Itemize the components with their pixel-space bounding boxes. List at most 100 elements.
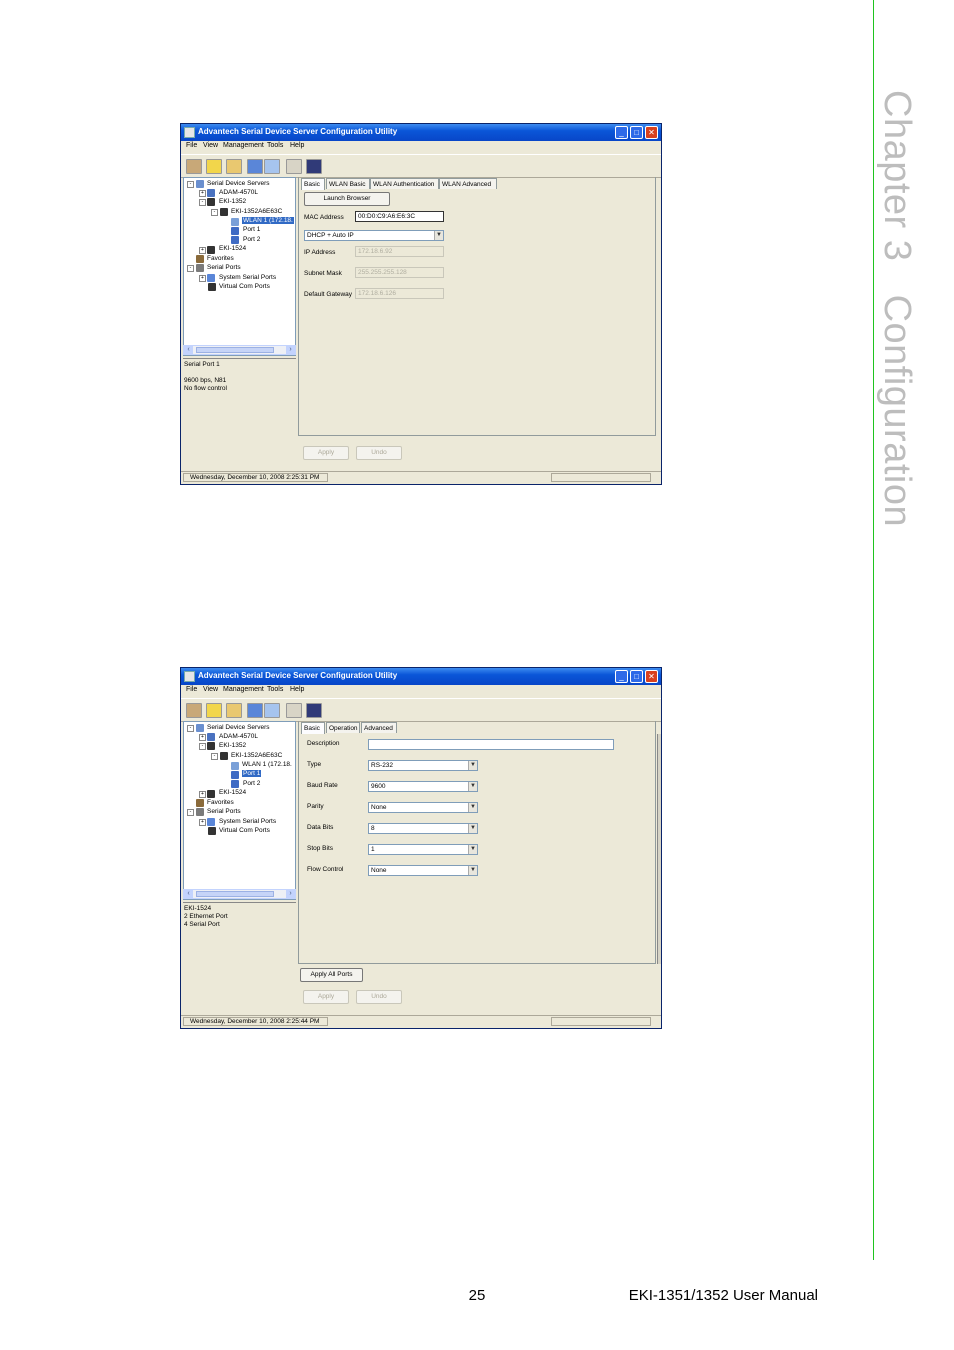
- expand-icon[interactable]: -: [211, 209, 218, 216]
- type-select[interactable]: RS-232 ▼: [368, 760, 478, 771]
- tree-item-port2[interactable]: Port 2: [243, 780, 260, 787]
- undo-button[interactable]: Undo: [356, 990, 402, 1004]
- refresh-icon[interactable]: [247, 159, 263, 174]
- sweep-icon[interactable]: [226, 703, 242, 718]
- maximize-button[interactable]: □: [630, 670, 643, 683]
- tab-basic[interactable]: Basic: [301, 178, 325, 190]
- chevron-down-icon[interactable]: ▼: [468, 824, 477, 833]
- expand-icon[interactable]: -: [187, 809, 194, 816]
- binoculars-icon[interactable]: [286, 159, 302, 174]
- tab-operation[interactable]: Operation: [326, 722, 360, 733]
- maximize-button[interactable]: □: [630, 126, 643, 139]
- tree-horizontal-scrollbar[interactable]: ‹ ›: [183, 889, 296, 899]
- expand-icon[interactable]: -: [187, 725, 194, 732]
- flow-control-select[interactable]: None ▼: [368, 865, 478, 876]
- tree-item-eki-1352a6e63c[interactable]: EKI-1352A6E63C: [231, 752, 282, 759]
- expand-icon[interactable]: +: [199, 819, 206, 826]
- tree-item-eki-1352a6e63c[interactable]: EKI-1352A6E63C: [231, 208, 282, 215]
- tree-item-port1[interactable]: Port 1: [242, 770, 262, 777]
- scroll-right-icon[interactable]: ›: [286, 890, 295, 898]
- scroll-thumb[interactable]: [196, 891, 274, 897]
- expand-icon[interactable]: +: [199, 734, 206, 741]
- tree-item-adam-4570l[interactable]: ADAM-4570L: [219, 189, 258, 196]
- device-icon[interactable]: [306, 703, 322, 718]
- device-icon[interactable]: [306, 159, 322, 174]
- wand-icon[interactable]: [206, 159, 222, 174]
- expand-icon[interactable]: +: [199, 247, 206, 254]
- expand-icon[interactable]: -: [187, 181, 194, 188]
- wand-icon[interactable]: [206, 703, 222, 718]
- expand-icon[interactable]: -: [211, 753, 218, 760]
- search-icon[interactable]: [264, 159, 280, 174]
- expand-icon[interactable]: +: [199, 791, 206, 798]
- tree-item-favorites[interactable]: Favorites: [207, 799, 234, 806]
- tree-item-virtual-com-ports[interactable]: Virtual Com Ports: [219, 283, 270, 290]
- chevron-down-icon[interactable]: ▼: [434, 231, 443, 240]
- expand-icon[interactable]: -: [199, 743, 206, 750]
- refresh-icon[interactable]: [247, 703, 263, 718]
- tab-basic[interactable]: Basic: [301, 722, 325, 734]
- apply-all-ports-button[interactable]: Apply All Ports: [300, 968, 363, 982]
- tree-item-serial-ports[interactable]: Serial Ports: [207, 808, 241, 815]
- tree-item-favorites[interactable]: Favorites: [207, 255, 234, 262]
- menu-help[interactable]: Help: [290, 142, 304, 149]
- sweep-icon[interactable]: [226, 159, 242, 174]
- chevron-down-icon[interactable]: ▼: [468, 782, 477, 791]
- expand-icon[interactable]: -: [187, 265, 194, 272]
- menu-file[interactable]: File: [186, 686, 197, 693]
- tab-wlan-advanced[interactable]: WLAN Advanced: [439, 178, 497, 189]
- close-button[interactable]: ✕: [645, 670, 658, 683]
- tree-item-system-serial-ports[interactable]: System Serial Ports: [219, 818, 276, 825]
- chevron-down-icon[interactable]: ▼: [468, 866, 477, 875]
- expand-icon[interactable]: +: [199, 275, 206, 282]
- launch-browser-button[interactable]: Launch Browser: [304, 192, 390, 206]
- close-button[interactable]: ✕: [645, 126, 658, 139]
- panel-scrollbar[interactable]: [657, 734, 661, 964]
- tree-item-wlan1[interactable]: WLAN 1 (172.18.: [242, 217, 294, 224]
- baud-rate-select[interactable]: 9600 ▼: [368, 781, 478, 792]
- tree-item-port2[interactable]: Port 2: [243, 236, 260, 243]
- expand-icon[interactable]: -: [199, 199, 206, 206]
- ip-address-field[interactable]: 172.18.6.92: [355, 246, 444, 257]
- menu-view[interactable]: View: [203, 142, 218, 149]
- scroll-left-icon[interactable]: ‹: [184, 346, 193, 354]
- scroll-left-icon[interactable]: ‹: [184, 890, 193, 898]
- tree-item-serial-ports[interactable]: Serial Ports: [207, 264, 241, 271]
- tab-wlan-authentication[interactable]: WLAN Authentication: [370, 178, 439, 189]
- apply-button[interactable]: Apply: [303, 990, 349, 1004]
- menu-management[interactable]: Management: [223, 142, 264, 149]
- scroll-thumb[interactable]: [196, 347, 274, 353]
- server-icon[interactable]: [186, 703, 202, 718]
- parity-select[interactable]: None ▼: [368, 802, 478, 813]
- tree-item-adam-4570l[interactable]: ADAM-4570L: [219, 733, 258, 740]
- apply-button[interactable]: Apply: [303, 446, 349, 460]
- tree-item-wlan1[interactable]: WLAN 1 (172.18.: [242, 761, 292, 768]
- subnet-mask-field[interactable]: 255.255.255.128: [355, 267, 444, 278]
- menu-help[interactable]: Help: [290, 686, 304, 693]
- ip-mode-select[interactable]: DHCP + Auto IP ▼: [304, 230, 444, 241]
- tab-advanced[interactable]: Advanced: [361, 722, 397, 733]
- default-gateway-field[interactable]: 172.18.6.126: [355, 288, 444, 299]
- stop-bits-select[interactable]: 1 ▼: [368, 844, 478, 855]
- minimize-button[interactable]: _: [615, 670, 628, 683]
- menu-view[interactable]: View: [203, 686, 218, 693]
- tree-item-port1[interactable]: Port 1: [243, 226, 260, 233]
- chevron-down-icon[interactable]: ▼: [468, 761, 477, 770]
- tree-item-eki-1524[interactable]: EKI-1524: [219, 789, 246, 796]
- tree-item-serial-device-servers[interactable]: Serial Device Servers: [207, 724, 270, 731]
- scroll-right-icon[interactable]: ›: [286, 346, 295, 354]
- tab-wlan-basic[interactable]: WLAN Basic: [326, 178, 370, 189]
- menu-management[interactable]: Management: [223, 686, 264, 693]
- chevron-down-icon[interactable]: ▼: [468, 803, 477, 812]
- menu-file[interactable]: File: [186, 142, 197, 149]
- tree-item-system-serial-ports[interactable]: System Serial Ports: [219, 274, 276, 281]
- search-icon[interactable]: [264, 703, 280, 718]
- minimize-button[interactable]: _: [615, 126, 628, 139]
- menu-tools[interactable]: Tools: [267, 142, 283, 149]
- tree-horizontal-scrollbar[interactable]: ‹ ›: [183, 345, 296, 355]
- menu-tools[interactable]: Tools: [267, 686, 283, 693]
- tree-item-eki-1352[interactable]: EKI-1352: [219, 198, 246, 205]
- expand-icon[interactable]: +: [199, 190, 206, 197]
- tree-item-eki-1352[interactable]: EKI-1352: [219, 742, 246, 749]
- undo-button[interactable]: Undo: [356, 446, 402, 460]
